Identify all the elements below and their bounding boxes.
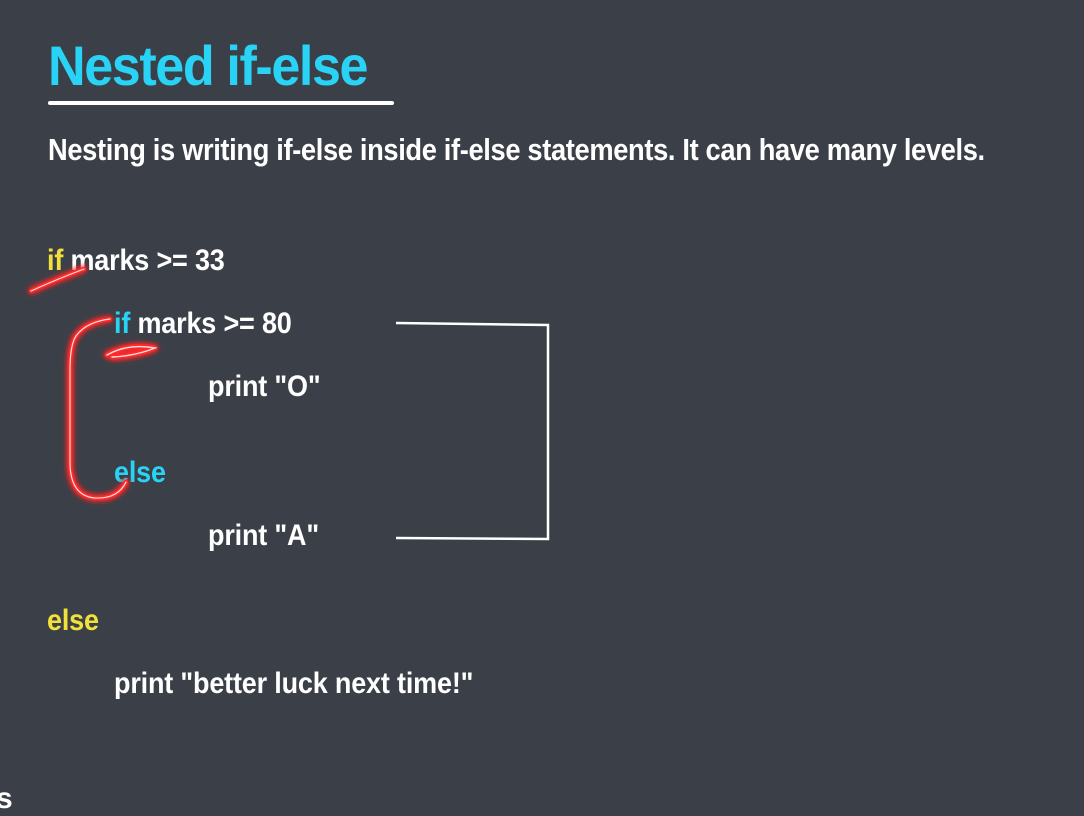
edge-glyph: s [0,782,13,815]
code-line-outer-if: if marks >= 33 [47,244,225,278]
inner-if-condition: marks >= 80 [130,307,292,340]
code-line-print-a: print "A" [208,519,319,552]
code-line-outer-else: else [47,604,99,638]
red-scribble-inner-if [104,344,158,360]
page-title: Nested if-else [48,34,369,97]
code-line-inner-else: else [114,456,166,490]
inner-else-keyword: else [114,456,166,489]
title-underline [48,101,394,105]
code-line-inner-if: if marks >= 80 [114,307,292,341]
code-line-print-o: print "O" [208,370,321,403]
subtitle: Nesting is writing if-else inside if-els… [48,132,985,167]
outer-if-condition: marks >= 33 [63,244,225,277]
outer-if-keyword: if [47,244,64,277]
inner-if-keyword: if [114,307,131,340]
code-line-print-luck: print "better luck next time!" [114,667,474,700]
outer-else-keyword: else [47,604,99,637]
bracket-line [395,321,550,541]
